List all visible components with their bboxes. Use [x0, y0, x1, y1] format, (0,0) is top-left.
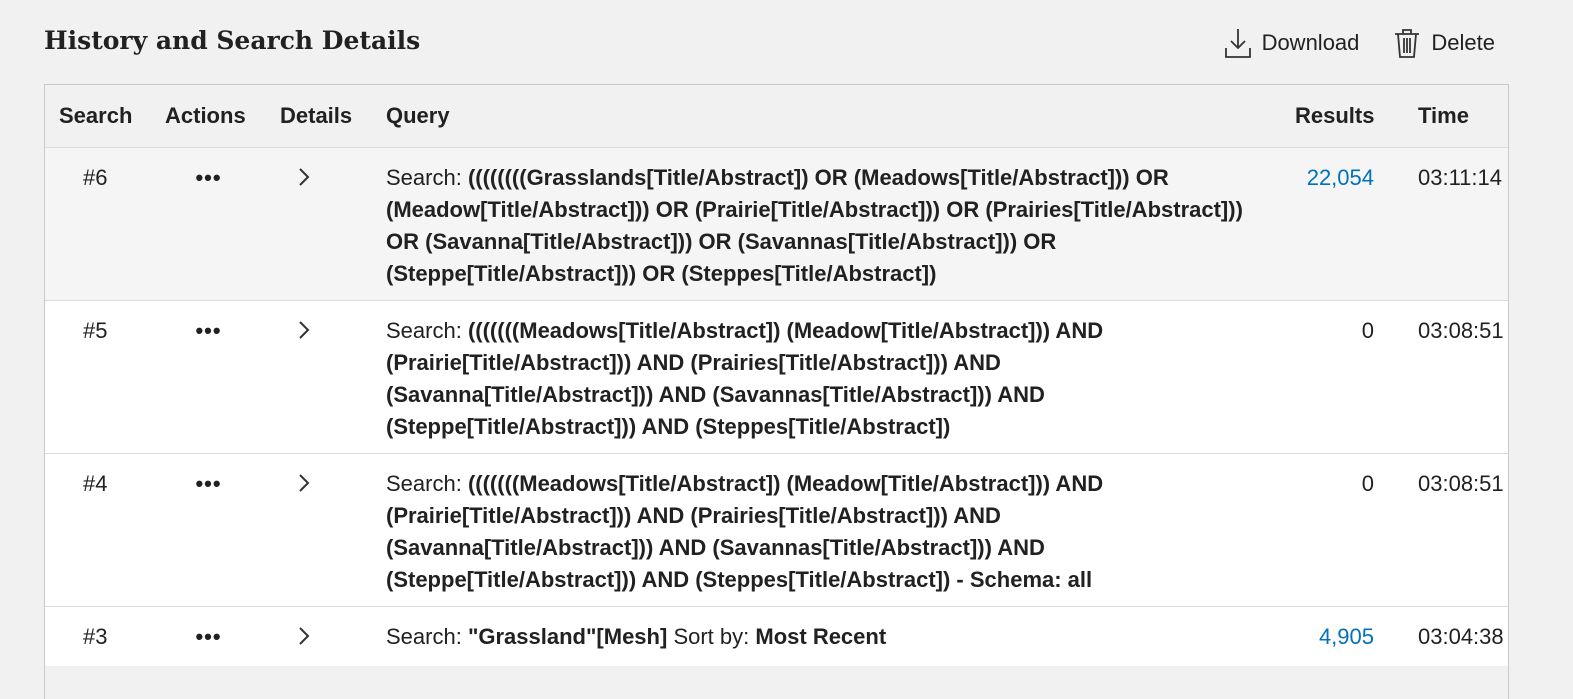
query-prefix: Search:: [386, 317, 462, 343]
results-count-link[interactable]: 4,905: [1319, 624, 1374, 649]
delete-label: Delete: [1431, 30, 1495, 55]
header-time: Time: [1388, 85, 1508, 147]
download-label: Download: [1261, 30, 1360, 55]
header-search: Search: [45, 85, 151, 147]
chevron-right-icon[interactable]: [296, 162, 312, 197]
results-count-link[interactable]: 22,054: [1307, 165, 1374, 190]
header-details: Details: [266, 85, 372, 147]
query-term: ((((((((Grasslands[Title/Abstract]) OR (…: [386, 164, 1243, 286]
query-text: Search: ((((((((Grasslands[Title/Abstrac…: [372, 147, 1281, 300]
table-row: #3 ••• Search: "Grassland"[Mesh] Sort by…: [45, 606, 1508, 666]
chevron-right-icon[interactable]: [296, 621, 312, 656]
more-dots-icon[interactable]: •••: [195, 472, 221, 494]
chevron-right-icon[interactable]: [296, 468, 312, 503]
more-dots-icon[interactable]: •••: [195, 625, 221, 647]
header-actions: Actions: [151, 85, 266, 147]
search-time: 03:11:14: [1418, 164, 1503, 190]
search-time: 03:08:51: [1418, 470, 1504, 496]
query-prefix: Search:: [386, 164, 462, 190]
table-header-row: Search Actions Details Query Results Tim…: [45, 85, 1508, 147]
more-dots-icon[interactable]: •••: [195, 319, 221, 341]
query-sort-label: Sort by:: [673, 623, 750, 649]
toolbar: Download Delete: [1222, 26, 1495, 60]
search-number: #4: [83, 470, 108, 496]
trash-icon: [1395, 29, 1420, 58]
query-term: "Grassland"[Mesh]: [467, 623, 668, 649]
page-title: History and Search Details: [44, 26, 421, 55]
header-query: Query: [372, 85, 1281, 147]
header-results: Results: [1281, 85, 1388, 147]
history-table: Search Actions Details Query Results Tim…: [44, 84, 1509, 699]
query-text: Search: "Grassland"[Mesh] Sort by: Most …: [372, 606, 1281, 666]
query-term: (((((((Meadows[Title/Abstract]) (Meadow[…: [386, 317, 1104, 439]
chevron-right-icon[interactable]: [296, 315, 312, 350]
search-time: 03:04:38: [1418, 623, 1504, 649]
query-text: Search: (((((((Meadows[Title/Abstract]) …: [372, 300, 1281, 453]
search-number: #6: [83, 164, 108, 190]
table-row: #4 ••• Search: (((((((Meadows[Title/Abst…: [45, 453, 1508, 606]
search-number: #3: [83, 623, 108, 649]
query-term: (((((((Meadows[Title/Abstract]) (Meadow[…: [386, 470, 1104, 592]
results-count: 0: [1361, 470, 1374, 496]
query-text: Search: (((((((Meadows[Title/Abstract]) …: [372, 453, 1281, 606]
more-dots-icon[interactable]: •••: [195, 166, 221, 188]
search-number: #5: [83, 317, 108, 343]
search-time: 03:08:51: [1418, 317, 1504, 343]
results-count: 0: [1361, 317, 1374, 343]
download-icon: [1224, 29, 1251, 58]
query-prefix: Search:: [386, 470, 462, 496]
table-row: #6 ••• Search: ((((((((Grasslands[Title/…: [45, 147, 1508, 300]
query-prefix: Search:: [386, 623, 462, 649]
delete-button[interactable]: Delete: [1391, 26, 1495, 60]
download-button[interactable]: Download: [1222, 26, 1360, 60]
table-row: #5 ••• Search: (((((((Meadows[Title/Abst…: [45, 300, 1508, 453]
query-sort-value: Most Recent: [755, 623, 887, 649]
